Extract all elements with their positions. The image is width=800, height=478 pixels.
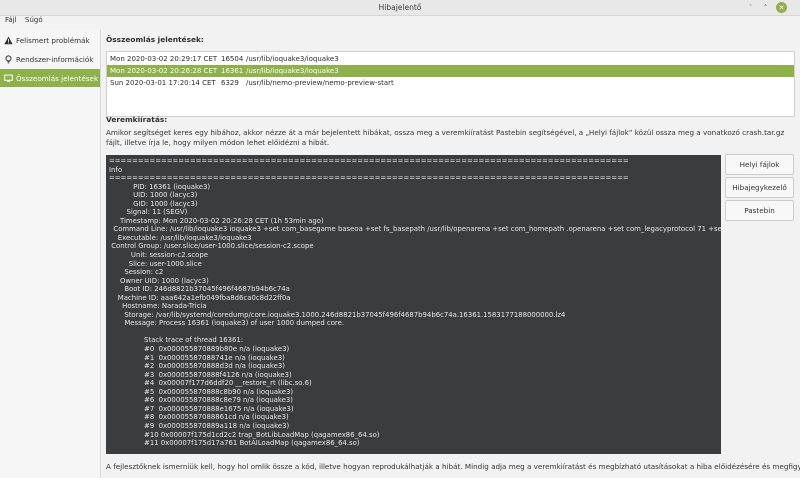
stacktrace-description: Amikor segítséget keres egy hibához, akk…	[106, 128, 785, 147]
lightbulb-icon	[4, 54, 13, 64]
crash-report-row[interactable]: Mon 2020-03-02 20:29:17 CET 16504 /usr/l…	[107, 53, 794, 65]
crash-report-row[interactable]: Sun 2020-03-01 17:20:14 CET 6329 /usr/li…	[107, 77, 794, 89]
minimize-button[interactable]: ˇ	[745, 2, 756, 13]
close-button[interactable]: ✕	[776, 2, 787, 13]
stacktrace-text: ========================================…	[109, 157, 721, 448]
footer-hint: A fejlesztőknek ismerniük kell, hogy hol…	[106, 462, 800, 471]
crash-report-list[interactable]: Mon 2020-03-02 20:29:17 CET 16504 /usr/l…	[106, 51, 795, 117]
crash-pid: 16361	[221, 67, 244, 75]
maximize-button[interactable]: ˄	[760, 2, 771, 13]
sidebar-item-crash-reports[interactable]: Összeomlás jelentések	[0, 69, 100, 87]
menu-bar: Fájl Súgó	[0, 16, 800, 27]
sidebar-item-label: Rendszer-információk	[16, 54, 94, 64]
close-icon: ✕	[778, 3, 785, 12]
sidebar-item-known-problems[interactable]: Felismert problémák	[0, 31, 100, 49]
minimize-icon: ˇ	[748, 3, 753, 12]
crash-path: /usr/lib/nemo-preview/nemo-preview-start	[246, 79, 394, 87]
warning-icon	[4, 35, 13, 45]
crash-date: Mon 2020-03-02 20:26:28 CET	[110, 67, 218, 75]
monitor-icon	[4, 74, 13, 83]
pastebin-button[interactable]: Pastebin	[725, 200, 794, 221]
stacktrace-heading: Veremkiíratás:	[106, 115, 168, 124]
sidebar: Felismert problémák Rendszer-információk…	[0, 29, 101, 478]
crash-path: /usr/lib/ioquake3/ioquake3	[246, 55, 339, 63]
local-files-button[interactable]: Helyi fájlok	[725, 154, 794, 175]
maximize-icon: ˄	[763, 3, 768, 12]
window-title: Hibajelentő	[378, 3, 422, 12]
crash-date: Mon 2020-03-02 20:29:17 CET	[110, 55, 218, 63]
crash-report-row-selected[interactable]: Mon 2020-03-02 20:26:28 CET 16361 /usr/l…	[107, 65, 794, 77]
crash-pid: 16504	[221, 55, 244, 63]
crash-reports-heading: Összeomlás jelentések:	[106, 35, 204, 44]
main-panel: Összeomlás jelentések: Mon 2020-03-02 20…	[101, 29, 800, 478]
crash-date: Sun 2020-03-01 17:20:14 CET	[110, 79, 216, 87]
menu-help[interactable]: Súgó	[25, 16, 43, 24]
bug-tracker-button[interactable]: Hibajegykezelő	[725, 177, 794, 198]
sidebar-item-label: Összeomlás jelentések	[16, 73, 99, 83]
crash-pid: 6329	[221, 79, 239, 87]
menu-file[interactable]: Fájl	[5, 16, 17, 24]
stacktrace-view[interactable]: ========================================…	[106, 155, 721, 454]
title-bar[interactable]: Hibajelentő ˇ ˄ ✕	[0, 0, 800, 16]
sidebar-item-system-info[interactable]: Rendszer-információk	[0, 50, 100, 68]
crash-path: /usr/lib/ioquake3/ioquake3	[246, 67, 339, 75]
app-window: Hibajelentő ˇ ˄ ✕ Fájl Súgó Felismert pr…	[0, 0, 800, 478]
sidebar-item-label: Felismert problémák	[16, 35, 90, 45]
